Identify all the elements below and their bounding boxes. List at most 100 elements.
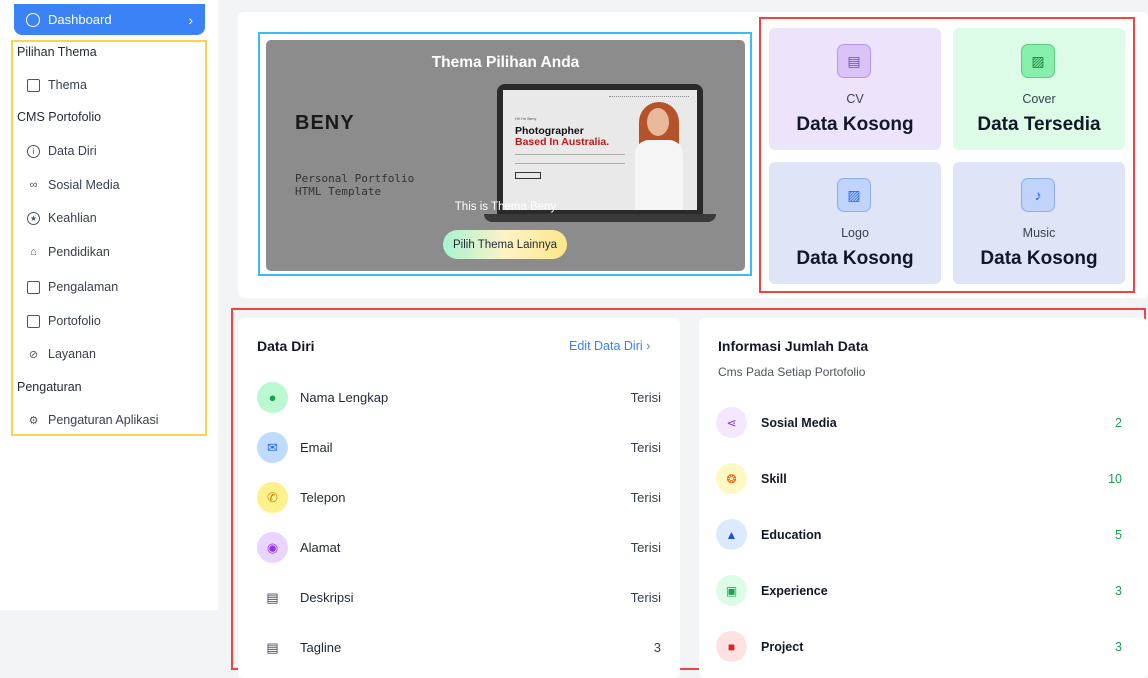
logo-card[interactable]: ▨ Logo Data Kosong [769,162,941,284]
info-subtitle: Cms Pada Setiap Portofolio [718,365,866,379]
dashboard-label: Dashboard [48,12,112,27]
gear-icon: ⚙ [28,414,39,427]
info-row-label: Experience [761,584,828,598]
info-row-label: Skill [761,472,787,486]
preview-headline-2: Based In Australia. [515,136,610,148]
dashboard-icon [26,12,40,27]
briefcase-icon: ▣ [716,575,747,606]
sidebar-item-layanan[interactable]: ⊘ Layanan [27,347,96,361]
info-row-count: 2 [1115,416,1122,430]
phone-icon: ✆ [257,482,288,513]
file-icon: ▤ [257,582,288,613]
laptop-base [484,214,716,222]
info-row-count: 3 [1115,584,1122,598]
cover-card[interactable]: ▨ Cover Data Tersedia [953,28,1125,150]
folder-icon: ■ [716,631,747,662]
sidebar-item-pengalaman[interactable]: Pengalaman [27,280,118,294]
sidebar-item-label: Sosial Media [48,178,120,192]
theme-preview-card: Thema Pilihan Anda BENY Personal Portfol… [266,40,745,271]
section-label-pilihan-thema: Pilihan Thema [17,45,97,59]
theme-title: Thema Pilihan Anda [431,54,580,71]
image-icon: ▨ [1021,44,1055,78]
info-row-count: 10 [1108,472,1122,486]
graduation-cap-icon: ⌂ [30,246,37,258]
sidebar-item-data-diri[interactable]: i Data Diri [27,144,97,158]
sidebar-item-label: Pengaturan Aplikasi [48,413,159,427]
sidebar-item-portofolio[interactable]: Portofolio [27,314,101,328]
theme-caption: This is Thema Beny [454,201,557,213]
media-label: CV [846,92,864,106]
folder-icon [27,314,40,328]
laptop-preview: Hi! I'm Beny Photographer Based In Austr… [497,84,703,214]
mail-icon: ✉ [257,432,288,463]
sidebar-highlight-box [11,40,207,436]
data-diri-row-label: Alamat [300,540,341,555]
brain-icon: ❂ [716,463,747,494]
sidebar-item-pendidikan[interactable]: ⌂ Pendidikan [27,245,110,259]
document-icon: ▤ [837,44,871,78]
preview-text-lines [515,154,625,164]
data-diri-row-label: Deskripsi [300,590,354,605]
laptop-screen: Hi! I'm Beny Photographer Based In Austr… [503,90,697,210]
sidebar-item-label: Portofolio [48,314,101,328]
star-icon: ★ [27,211,40,225]
edit-data-diri-link[interactable]: Edit Data Diri › [569,339,650,353]
cv-card[interactable]: ▤ CV Data Kosong [769,28,941,150]
user-icon: ● [257,382,288,413]
info-title: Informasi Jumlah Data [718,338,869,354]
palette-icon [27,78,40,92]
image-icon: ▨ [837,178,871,212]
media-status: Data Tersedia [977,114,1101,135]
data-diri-row-value: Terisi [630,490,661,505]
service-icon: ⊘ [28,348,39,361]
photo-shirt [635,140,683,210]
section-label-cms-portofolio: CMS Portofolio [17,110,102,124]
media-status: Data Kosong [796,248,914,269]
photo-face [647,108,669,136]
theme-brand: BENY [295,112,355,134]
media-status: Data Kosong [796,114,914,135]
preview-photo [633,100,685,210]
chevron-right-icon: › [188,11,193,28]
data-diri-title: Data Diri [257,338,315,354]
info-row-count: 3 [1115,640,1122,654]
preview-button [515,172,541,179]
dashboard-button[interactable]: Dashboard › [14,4,205,35]
sidebar-item-label: Keahlian [48,211,97,225]
music-icon: ♪ [1021,178,1055,212]
media-label: Cover [1022,92,1056,106]
info-icon: i [27,144,40,158]
data-diri-row-value: Terisi [630,590,661,605]
sidebar-item-thema[interactable]: Thema [27,78,87,92]
section-label-pengaturan: Pengaturan [17,380,82,394]
info-row-count: 5 [1115,528,1122,542]
info-row-label: Sosial Media [761,416,837,430]
info-row-label: Project [761,640,804,654]
sidebar-item-label: Pendidikan [48,245,110,259]
sidebar-item-sosial-media[interactable]: ∞ Sosial Media [27,178,120,192]
location-pin-icon: ◉ [257,532,288,563]
sidebar-item-keahlian[interactable]: ★ Keahlian [27,211,97,225]
data-diri-row-value: Terisi [630,390,661,405]
sidebar-item-label: Layanan [48,347,96,361]
theme-brand-subtitle: Personal Portfolio HTML Template [295,172,415,198]
media-status: Data Kosong [980,248,1098,269]
link-icon: ∞ [29,179,38,191]
graduation-cap-icon: ▲ [716,519,747,550]
preview-greeting: Hi! I'm Beny [515,116,537,121]
sidebar-item-label: Thema [48,78,87,92]
pick-other-theme-button[interactable]: Pilih Thema Lainnya [443,230,567,259]
sidebar-item-label: Pengalaman [48,280,119,294]
sidebar-item-pengaturan-aplikasi[interactable]: ⚙ Pengaturan Aplikasi [27,413,159,427]
data-diri-row-value: 3 [653,640,661,655]
share-icon: ⋖ [716,407,747,438]
data-diri-row-label: Nama Lengkap [300,390,389,405]
media-label: Logo [841,226,869,240]
data-diri-row-label: Tagline [300,640,342,655]
data-diri-row-value: Terisi [630,440,661,455]
info-row-label: Education [761,528,822,542]
briefcase-icon [27,280,40,294]
media-label: Music [1022,226,1056,240]
file-icon: ▤ [257,632,288,663]
music-card[interactable]: ♪ Music Data Kosong [953,162,1125,284]
